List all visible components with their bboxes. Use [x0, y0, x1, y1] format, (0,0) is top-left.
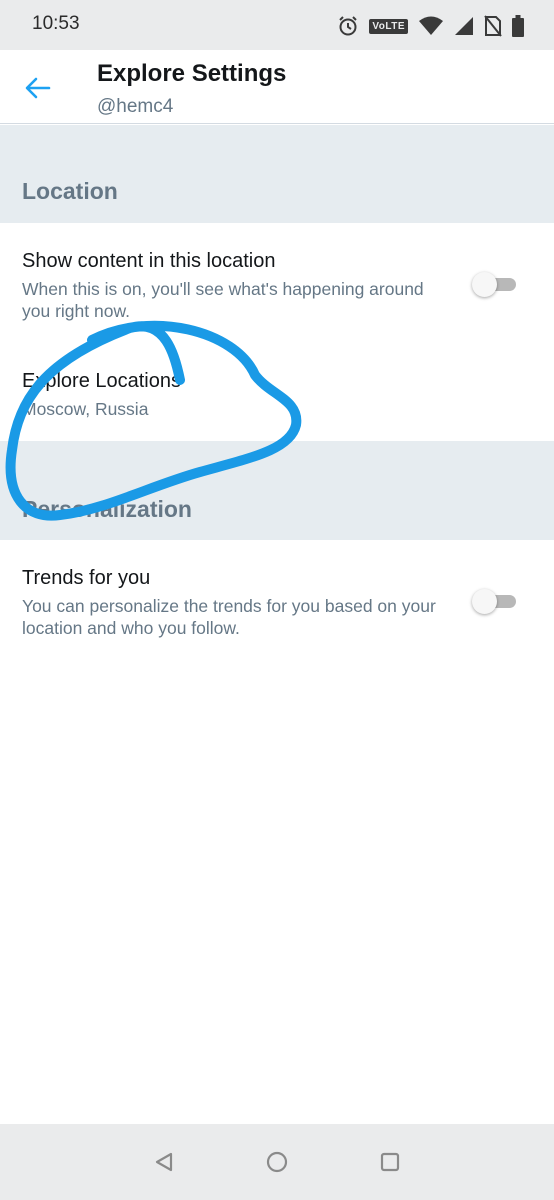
- app-bar: Explore Settings @hemc4: [0, 50, 554, 124]
- personalization-section-title: Personalization: [22, 496, 192, 522]
- show-content-toggle[interactable]: [472, 271, 518, 297]
- show-content-description: When this is on, you'll see what's happe…: [22, 279, 424, 321]
- location-section-title: Location: [22, 178, 118, 204]
- toggle-thumb: [472, 589, 497, 614]
- nav-home-icon: [266, 1151, 288, 1173]
- status-icons: VoLTE: [337, 13, 524, 39]
- account-handle: @hemc4: [97, 96, 174, 117]
- volte-icon: VoLTE: [369, 18, 408, 34]
- explore-locations-title: Explore Locations: [22, 370, 181, 392]
- trends-toggle[interactable]: [472, 588, 518, 614]
- explore-locations-row[interactable]: Explore Locations Moscow, Russia: [0, 331, 554, 441]
- nav-back-button[interactable]: [148, 1146, 180, 1178]
- alarm-icon: [339, 16, 358, 36]
- nav-recents-button[interactable]: [374, 1146, 406, 1178]
- explore-locations-value: Moscow, Russia: [22, 399, 149, 419]
- trends-title: Trends for you: [22, 567, 151, 589]
- trends-for-you-row[interactable]: Trends for you You can personalize the t…: [0, 540, 554, 660]
- location-section-header: Location: [0, 125, 554, 223]
- trends-description: You can personalize the trends for you b…: [22, 596, 436, 638]
- wifi-icon: [419, 16, 443, 35]
- page-title: Explore Settings: [97, 60, 287, 87]
- nav-back-icon: [155, 1152, 173, 1172]
- no-sim-icon: [484, 15, 502, 37]
- nav-home-button[interactable]: [261, 1146, 293, 1178]
- show-content-location-row[interactable]: Show content in this location When this …: [0, 223, 554, 331]
- status-bar: 10:53 VoLTE: [0, 0, 554, 50]
- nav-recents-icon: [380, 1152, 400, 1172]
- back-button[interactable]: [18, 68, 58, 108]
- status-time: 10:53: [32, 13, 80, 34]
- battery-icon: [512, 15, 524, 37]
- personalization-section-header: Personalization: [0, 441, 554, 540]
- signal-icon: [455, 17, 473, 35]
- toggle-thumb: [472, 272, 497, 297]
- back-arrow-icon: [25, 77, 51, 99]
- system-nav-bar: [0, 1124, 554, 1200]
- show-content-title: Show content in this location: [22, 250, 276, 272]
